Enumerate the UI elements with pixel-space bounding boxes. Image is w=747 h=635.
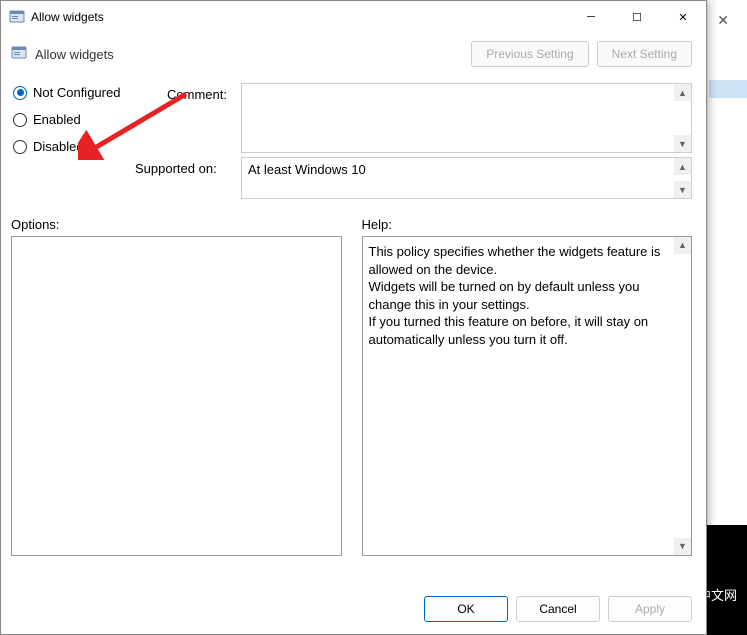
config-area: Not Configured Enabled Disabled Comment:… [1,71,706,207]
scroll-down-icon[interactable]: ▼ [674,135,691,152]
options-panel[interactable] [11,236,342,556]
help-text: This policy specifies whether the widget… [369,244,665,347]
help-panel[interactable]: This policy specifies whether the widget… [362,236,693,556]
apply-button[interactable]: Apply [608,596,692,622]
scroll-up-icon[interactable]: ▲ [674,237,691,254]
comment-textarea[interactable]: ▲ ▼ [241,83,692,153]
previous-setting-button[interactable]: Previous Setting [471,41,588,67]
supported-on-text: At least Windows 10 [248,162,366,177]
header-row: Allow widgets Previous Setting Next Sett… [1,33,706,71]
cancel-button[interactable]: Cancel [516,596,600,622]
header-policy-icon [11,45,29,63]
scroll-up-icon[interactable]: ▲ [674,84,691,101]
state-radio-group: Not Configured Enabled Disabled [13,83,163,154]
comment-label: Comment: [167,83,237,102]
supported-label: Supported on: [135,157,237,176]
scroll-down-icon[interactable]: ▼ [674,181,691,198]
close-button[interactable]: ✕ [660,1,706,33]
scroll-up-icon[interactable]: ▲ [674,158,691,175]
titlebar[interactable]: Allow widgets ─ ☐ ✕ [1,1,706,33]
help-label: Help: [362,217,693,232]
ok-button[interactable]: OK [424,596,508,622]
panels: This policy specifies whether the widget… [1,236,706,588]
panel-labels: Options: Help: [1,207,706,236]
radio-enabled[interactable]: Enabled [13,112,163,127]
radio-icon [13,140,27,154]
radio-icon [13,86,27,100]
header-title: Allow widgets [35,47,463,62]
radio-label: Not Configured [33,85,120,100]
dialog-footer: OK Cancel Apply [1,588,706,634]
radio-label: Enabled [33,112,81,127]
scroll-down-icon[interactable]: ▼ [674,538,691,555]
minimize-button[interactable]: ─ [568,1,614,33]
radio-icon [13,113,27,127]
radio-disabled[interactable]: Disabled [13,139,163,154]
radio-label: Disabled [33,139,84,154]
titlebar-title: Allow widgets [31,10,568,24]
policy-dialog: Allow widgets ─ ☐ ✕ Allow widgets Previo… [0,0,707,635]
radio-not-configured[interactable]: Not Configured [13,85,163,100]
supported-on-box: At least Windows 10 ▲ ▼ [241,157,692,199]
options-label: Options: [11,217,342,232]
maximize-button[interactable]: ☐ [614,1,660,33]
policy-icon [9,9,25,25]
bg-close-icon[interactable]: ✕ [717,12,729,29]
bg-selection-strip [709,80,747,98]
next-setting-button[interactable]: Next Setting [597,41,692,67]
window-controls: ─ ☐ ✕ [568,1,706,33]
